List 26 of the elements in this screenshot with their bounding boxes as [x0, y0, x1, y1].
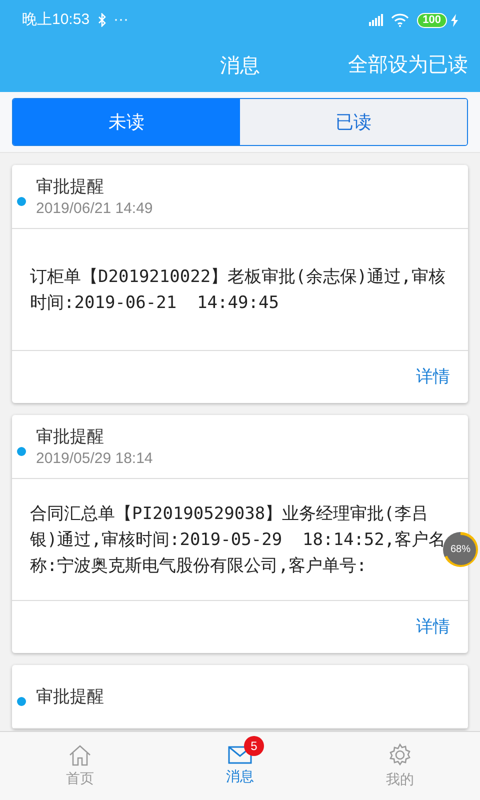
wifi-icon [390, 13, 409, 27]
details-link[interactable]: 详情 [416, 614, 450, 640]
tab[interactable]: 未读 [13, 99, 240, 145]
battery-level: 100 [416, 12, 447, 28]
status-time: 晚上10:53 [22, 10, 90, 30]
tab[interactable]: 已读 [240, 99, 467, 145]
envelope-icon [228, 746, 252, 764]
signal-icon [368, 14, 383, 26]
page-title: 消息 [220, 54, 260, 79]
mark-all-read-button[interactable]: 全部设为已读 [348, 50, 468, 80]
charging-icon [451, 14, 458, 26]
message-time: 2019/05/29 18:14 [36, 448, 153, 468]
message-title: 审批提醒 [36, 686, 104, 708]
home-icon [68, 744, 92, 766]
message-time: 2019/06/21 14:49 [36, 198, 153, 218]
nav-tab[interactable]: 首页 [0, 732, 160, 800]
notification-badge: 5 [244, 736, 264, 756]
settings-icon [388, 742, 412, 766]
status-more: ··· [114, 10, 129, 30]
nav-tab[interactable]: 5 消息 [160, 732, 320, 800]
nav-tab[interactable]: 我的 [320, 732, 480, 800]
bluetooth-icon [98, 13, 106, 27]
message-body: 订柜单【D2019210022】老板审批(余志保)通过,审核时间:2019-06-21 14:49:45 [30, 266, 446, 314]
details-link[interactable]: 详情 [416, 364, 450, 390]
message-title: 审批提醒 [36, 426, 105, 448]
message-title: 审批提醒 [36, 176, 105, 198]
